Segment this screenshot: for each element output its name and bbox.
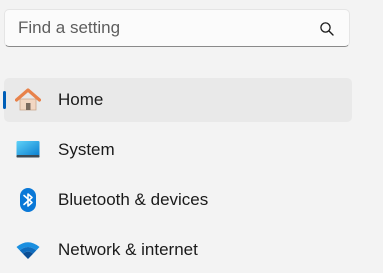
search-box[interactable]: [4, 9, 350, 47]
nav-item-label: Home: [58, 90, 104, 109]
home-icon: [15, 88, 41, 111]
selection-indicator: [3, 91, 6, 109]
nav-item-label: Bluetooth & devices: [58, 190, 209, 209]
nav-item-network-internet[interactable]: Network & internet: [4, 228, 352, 272]
nav-item-system[interactable]: System: [4, 128, 352, 172]
nav-item-label: Network & internet: [58, 240, 198, 259]
nav-item-bluetooth-devices[interactable]: Bluetooth & devices: [4, 178, 352, 222]
search-icon[interactable]: [319, 21, 335, 37]
nav-item-home[interactable]: Home: [3, 78, 352, 122]
wifi-icon: [16, 242, 40, 259]
system-monitor-icon: [16, 141, 40, 158]
bluetooth-icon: [20, 188, 36, 212]
nav-item-label: System: [58, 140, 115, 159]
search-input[interactable]: [5, 10, 318, 46]
